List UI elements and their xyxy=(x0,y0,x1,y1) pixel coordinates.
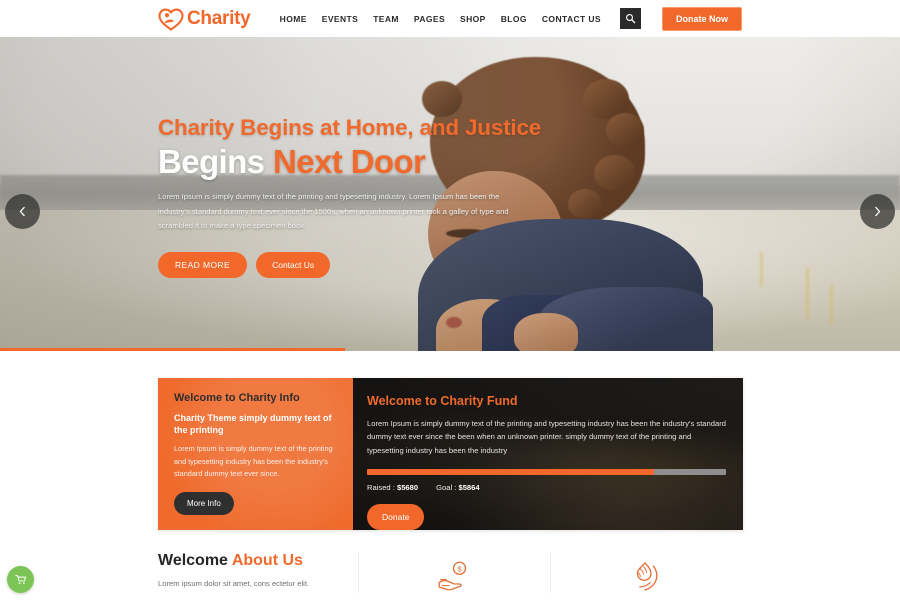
more-info-button[interactable]: More Info xyxy=(174,491,234,515)
svg-text:$: $ xyxy=(457,564,462,573)
nav-item-pages[interactable]: PAGES xyxy=(414,14,445,24)
shopping-cart-icon xyxy=(15,575,27,584)
about-heading-block: Welcome About Us Lorem ipsum dolor sit a… xyxy=(158,552,358,588)
charity-info-subtitle: Charity Theme simply dummy text of the p… xyxy=(174,413,332,436)
goal-label: Goal : xyxy=(436,482,459,492)
raised-label: Raised : xyxy=(367,482,397,492)
hero-slider: Charity Begins at Home, and Justice Begi… xyxy=(0,37,900,351)
goal-value: $5864 xyxy=(458,482,480,492)
charity-fund-text: Lorem Ipsum is simply dummy text of the … xyxy=(367,419,726,455)
heart-hand-logo-icon xyxy=(158,7,184,31)
about-title: Welcome About Us xyxy=(158,552,358,570)
hero-actions: READ MORE Contact Us xyxy=(158,251,528,278)
about-feature-donation[interactable]: $ xyxy=(358,552,550,593)
site-logo[interactable]: Charity xyxy=(158,7,251,31)
hand-flame-care-icon xyxy=(636,562,658,591)
hero-subheadline: Begins Next Door xyxy=(158,143,528,181)
logo-text: Charity xyxy=(187,7,251,29)
about-subtitle: Lorem ipsum dolor sit amet, cons ectetur… xyxy=(158,579,310,588)
read-more-button[interactable]: READ MORE xyxy=(158,251,248,278)
hero-subheadline-orange: Next Door xyxy=(273,143,426,181)
charity-info-text: Lorem Ipsum is simply dummy text of the … xyxy=(174,444,333,479)
about-feature-care[interactable] xyxy=(550,552,742,593)
hand-coin-donation-icon: $ xyxy=(438,561,466,591)
hero-content: Charity Begins at Home, and Justice Begi… xyxy=(158,115,542,278)
donate-now-button[interactable]: Donate Now xyxy=(661,6,742,31)
slider-prev-button[interactable] xyxy=(5,194,40,229)
raised-amount: Raised : $5680 xyxy=(367,483,418,492)
about-title-orange: About Us xyxy=(231,552,303,569)
goal-amount: Goal : $5864 xyxy=(436,483,480,492)
fund-progress-bar xyxy=(367,468,726,475)
search-icon xyxy=(625,13,636,24)
about-feature-columns: $ xyxy=(358,552,742,593)
charity-fund-title: Welcome to Charity Fund xyxy=(367,394,518,408)
hero-headline: Charity Begins at Home, and Justice xyxy=(158,115,542,140)
hero-accent-rule xyxy=(0,348,345,351)
fund-amounts: Raised : $5680 Goal : $5864 xyxy=(367,483,726,492)
about-title-dark: Welcome xyxy=(158,552,232,569)
donate-button[interactable]: Donate xyxy=(367,503,425,530)
search-button[interactable] xyxy=(619,8,641,29)
about-section: Welcome About Us Lorem ipsum dolor sit a… xyxy=(0,552,900,593)
hero-paragraph: Lorem Ipsum is simply dummy text of the … xyxy=(158,192,509,230)
nav-item-contact-us[interactable]: CONTACT US xyxy=(542,14,601,24)
main-navigation: HOME EVENTS TEAM PAGES SHOP BLOG CONTACT… xyxy=(280,6,742,31)
contact-us-button[interactable]: Contact Us xyxy=(256,251,331,278)
charity-fund-card: Welcome to Charity Fund Lorem Ipsum is s… xyxy=(353,378,743,530)
fund-progress-fill xyxy=(367,468,655,475)
nav-item-blog[interactable]: BLOG xyxy=(501,14,527,24)
nav-item-events[interactable]: EVENTS xyxy=(322,14,358,24)
floating-cart-button[interactable] xyxy=(7,566,34,593)
charity-info-card: Welcome to Charity Info Charity Theme si… xyxy=(158,378,353,530)
site-header: Charity HOME EVENTS TEAM PAGES SHOP BLOG… xyxy=(0,0,900,37)
charity-info-title: Welcome to Charity Info xyxy=(174,392,300,404)
info-fund-cards: Welcome to Charity Info Charity Theme si… xyxy=(158,378,743,530)
nav-item-team[interactable]: TEAM xyxy=(373,14,399,24)
chevron-left-icon xyxy=(19,206,25,217)
nav-item-home[interactable]: HOME xyxy=(280,14,307,24)
hero-subheadline-white: Begins xyxy=(158,143,273,181)
chevron-right-icon xyxy=(875,206,881,217)
slider-next-button[interactable] xyxy=(860,194,895,229)
raised-value: $5680 xyxy=(396,482,419,492)
nav-item-shop[interactable]: SHOP xyxy=(460,14,486,24)
